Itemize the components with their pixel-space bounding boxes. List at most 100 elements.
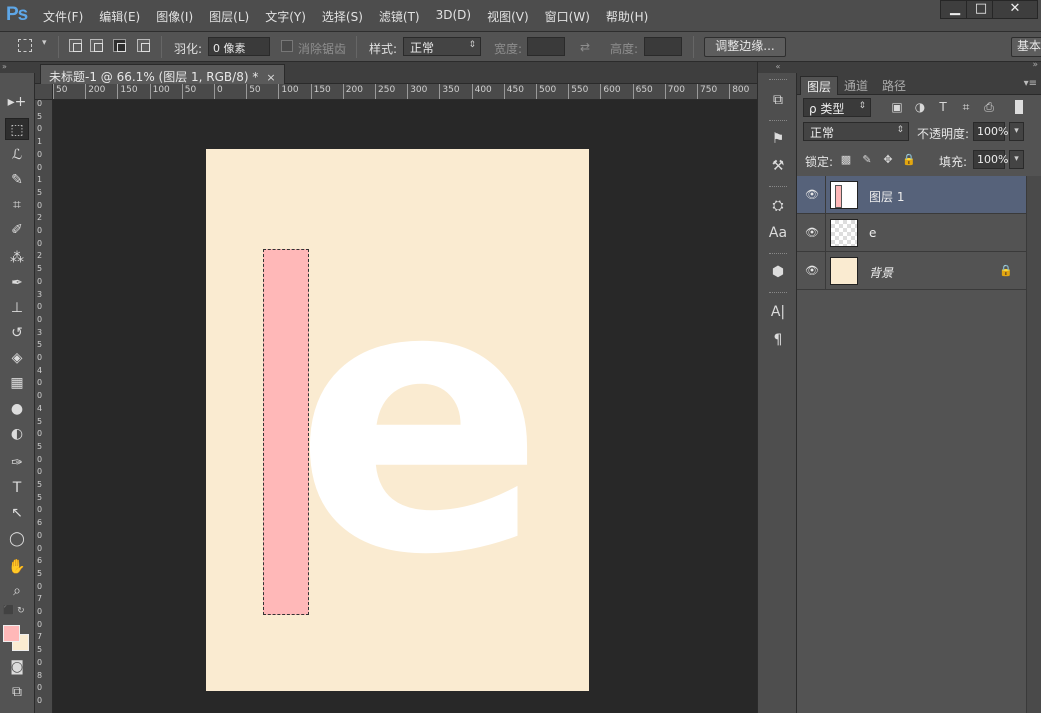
- tool-preset-icon[interactable]: [18, 39, 32, 52]
- layers-scrollbar[interactable]: [1026, 176, 1041, 713]
- tools-panel-header[interactable]: »: [0, 62, 35, 73]
- menu-filter[interactable]: 滤镜(T): [379, 8, 420, 25]
- quick-mask-icon[interactable]: ◙: [5, 656, 29, 678]
- fill-caret-icon[interactable]: ▾: [1009, 150, 1024, 169]
- close-button[interactable]: ✕: [992, 0, 1038, 19]
- panel-grip[interactable]: [769, 253, 787, 256]
- adjustment-filter-icon[interactable]: ◑: [912, 99, 928, 115]
- menu-help[interactable]: 帮助(H): [606, 8, 648, 25]
- smart-object-filter-icon[interactable]: ⎙: [981, 99, 997, 115]
- lock-image-icon[interactable]: ✎: [860, 153, 874, 167]
- eyedropper-tool-icon[interactable]: ✐: [5, 219, 29, 241]
- lock-all-icon[interactable]: 🔒: [902, 153, 916, 167]
- layer-row-e[interactable]: 👁 e: [797, 214, 1026, 252]
- ruler-origin[interactable]: [35, 84, 53, 100]
- 3d-panel-icon[interactable]: ⬢: [767, 261, 789, 283]
- panel-expand-icon[interactable]: »: [1032, 60, 1038, 70]
- intersect-selection-icon[interactable]: [137, 39, 150, 52]
- rectangular-selection[interactable]: [263, 249, 309, 615]
- swap-icon[interactable]: ⇄: [580, 40, 590, 54]
- canvas[interactable]: e: [206, 149, 589, 691]
- clone-source-panel-icon[interactable]: ⛭: [767, 195, 789, 217]
- pixel-filter-icon[interactable]: ▣: [889, 99, 905, 115]
- tool-preset-caret-icon[interactable]: ▾: [42, 38, 47, 48]
- tab-layers[interactable]: 图层: [800, 76, 839, 95]
- workspace-button[interactable]: 基本: [1011, 37, 1041, 57]
- panel-grip[interactable]: [769, 120, 787, 123]
- character-panel-icon[interactable]: A|: [767, 301, 789, 323]
- ellipse-tool-icon[interactable]: ◯: [5, 528, 29, 550]
- pen-tool-icon[interactable]: ✑: [5, 452, 29, 474]
- fill-input[interactable]: 100%: [973, 150, 1008, 169]
- adjustments-panel-icon[interactable]: ⚒: [767, 155, 789, 177]
- hand-tool-icon[interactable]: ✋: [5, 556, 29, 578]
- lock-transparent-icon[interactable]: ▩: [839, 153, 853, 167]
- quick-selection-tool-icon[interactable]: ✎: [5, 169, 29, 191]
- panel-grip[interactable]: [769, 186, 787, 189]
- gradient-tool-icon[interactable]: ▦: [5, 372, 29, 394]
- history-brush-tool-icon[interactable]: ↺: [5, 322, 29, 344]
- style-select[interactable]: 正常 ⇕: [403, 37, 481, 56]
- menu-3d[interactable]: 3D(D): [436, 8, 471, 25]
- refine-edge-button[interactable]: 调整边缘...: [704, 37, 786, 57]
- crop-tool-icon[interactable]: ⌗: [5, 194, 29, 216]
- history-panel-icon[interactable]: ⧉: [767, 89, 789, 111]
- layer-name[interactable]: 图层 1: [869, 188, 904, 205]
- healing-brush-tool-icon[interactable]: ⁂: [5, 247, 29, 269]
- visibility-eye-icon[interactable]: 👁: [805, 226, 819, 240]
- layer-filter-select[interactable]: ρ 类型 ⇕: [803, 98, 871, 117]
- layer-row-layer1[interactable]: 👁 图层 1: [797, 176, 1026, 214]
- dodge-tool-icon[interactable]: ◐: [5, 423, 29, 445]
- layer-name[interactable]: e: [869, 226, 876, 240]
- panel-grip[interactable]: [769, 79, 787, 82]
- screen-mode-icon[interactable]: ⧉: [5, 681, 29, 703]
- panel-menu-icon[interactable]: ▾≡: [1024, 78, 1037, 89]
- zoom-tool-icon[interactable]: ⌕: [5, 580, 29, 602]
- feather-input[interactable]: 0 像素: [208, 37, 270, 56]
- opacity-caret-icon[interactable]: ▾: [1009, 122, 1024, 141]
- tab-channels[interactable]: 通道: [838, 76, 874, 95]
- menu-edit[interactable]: 编辑(E): [99, 8, 140, 25]
- menu-window[interactable]: 窗口(W): [545, 8, 590, 25]
- height-input[interactable]: [644, 37, 682, 56]
- opacity-input[interactable]: 100%: [973, 122, 1008, 141]
- blur-tool-icon[interactable]: ●: [5, 398, 29, 420]
- brush-tool-icon[interactable]: ✒: [5, 272, 29, 294]
- menu-select[interactable]: 选择(S): [322, 8, 363, 25]
- document-workspace[interactable]: e: [53, 100, 757, 713]
- subtract-selection-icon[interactable]: [113, 39, 126, 52]
- menu-layer[interactable]: 图层(L): [209, 8, 249, 25]
- marquee-tool-icon[interactable]: ⬚: [5, 118, 29, 140]
- tool-presets-panel-icon[interactable]: ⚑: [767, 128, 789, 150]
- antialias-checkbox[interactable]: [281, 40, 293, 52]
- panel-grip[interactable]: [769, 292, 787, 295]
- type-filter-icon[interactable]: T: [935, 99, 951, 115]
- type-tool-icon[interactable]: T: [5, 477, 29, 499]
- menu-image[interactable]: 图像(I): [156, 8, 193, 25]
- character-styles-panel-icon[interactable]: Aa: [767, 222, 789, 244]
- path-selection-tool-icon[interactable]: ↖: [5, 502, 29, 524]
- filter-toggle-icon[interactable]: [1015, 100, 1023, 114]
- text-layer-e[interactable]: e: [294, 221, 545, 621]
- layer-name[interactable]: 背景: [869, 264, 893, 281]
- shape-filter-icon[interactable]: ⌗: [958, 99, 974, 115]
- layer-row-background[interactable]: 👁 背景 🔒: [797, 252, 1026, 290]
- document-tab[interactable]: 未标题-1 @ 66.1% (图层 1, RGB/8) * ×: [40, 64, 285, 84]
- add-selection-icon[interactable]: [90, 39, 103, 52]
- lock-position-icon[interactable]: ✥: [881, 153, 895, 167]
- width-input[interactable]: [527, 37, 565, 56]
- move-tool-icon[interactable]: ▸+: [5, 91, 29, 113]
- menu-view[interactable]: 视图(V): [487, 8, 529, 25]
- visibility-eye-icon[interactable]: 👁: [805, 188, 819, 202]
- paragraph-panel-icon[interactable]: ¶: [767, 329, 789, 351]
- clone-stamp-tool-icon[interactable]: ⊥: [5, 297, 29, 319]
- blend-mode-select[interactable]: 正常 ⇕: [803, 122, 909, 141]
- vertical-ruler[interactable]: 0 5 0 1 0 0 1 5 0 2 0 0 2 5 0 3 0 0 3 5 0 4 0 0 4 5 0 5 0 0 5 5 0 6 0 0 6 5 0 7…: [35, 100, 53, 713]
- horizontal-ruler[interactable]: 50 200 150 100 50 0 50 100 150 200 250 300 350 400 450…: [53, 84, 757, 100]
- menu-file[interactable]: 文件(F): [43, 8, 83, 25]
- tab-paths[interactable]: 路径: [876, 76, 912, 95]
- dock-collapse-icon[interactable]: «: [758, 62, 798, 73]
- swap-colors-icon[interactable]: ⬛ ↻: [3, 606, 25, 616]
- new-selection-icon[interactable]: [69, 39, 82, 52]
- lasso-tool-icon[interactable]: ℒ: [5, 144, 29, 166]
